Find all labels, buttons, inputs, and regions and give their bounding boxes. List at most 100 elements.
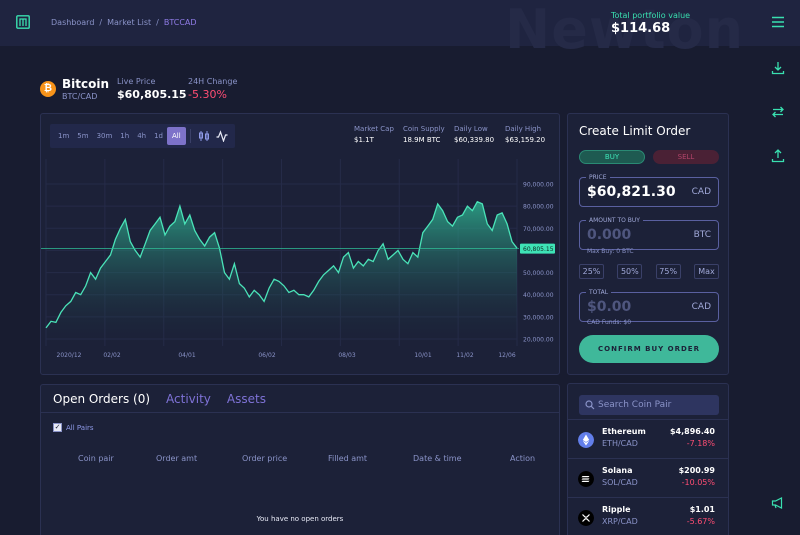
all-pairs-filter[interactable]: ✓ All Pairs <box>53 423 94 432</box>
amount-field[interactable]: AMOUNT TO BUY 0.000 BTC <box>579 217 719 250</box>
x-tick-label: 06/02 <box>258 352 275 359</box>
stat-value: 18.9M BTC <box>403 136 441 144</box>
breadcrumb-dashboard[interactable]: Dashboard <box>51 18 94 27</box>
percent-75-button[interactable]: 75% <box>655 264 681 279</box>
transfer-icon[interactable] <box>771 105 785 119</box>
orders-panel: Open Orders (0) Activity Assets ✓ All Pa… <box>40 384 560 535</box>
top-bar: Dashboard / Market List / BTCCAD Newton Tota… <box>0 0 800 61</box>
sell-tab[interactable]: SELL <box>653 150 719 164</box>
breadcrumb-market-list[interactable]: Market List <box>107 18 151 27</box>
limit-order-panel: Create Limit Order BUY SELL PRICE $60,82… <box>567 113 729 375</box>
percent-max-button[interactable]: Max <box>693 264 719 279</box>
tab-open-orders[interactable]: Open Orders (0) <box>53 392 150 406</box>
tab-assets[interactable]: Assets <box>227 392 266 406</box>
stat-coin-supply: Coin Supply 18.9M BTC <box>403 125 445 144</box>
y-tick-label: 90,000.00 <box>523 182 554 189</box>
timeframe-5m[interactable]: 5m <box>73 127 92 145</box>
search-icon <box>585 400 595 410</box>
portfolio-value: $114.68 <box>611 21 671 36</box>
y-tick-label: 80,000.00 <box>523 204 554 211</box>
column-filled-amt: Filled amt <box>328 454 368 463</box>
solana-icon <box>578 471 594 487</box>
portfolio-label: Total portfolio value <box>611 11 691 20</box>
stat-label: Daily Low <box>454 125 488 133</box>
change-label: 24H Change <box>188 77 238 86</box>
breadcrumb: Dashboard / Market List / BTCCAD <box>51 18 197 27</box>
timeframe-4h[interactable]: 4h <box>133 127 150 145</box>
timeframe-30m[interactable]: 30m <box>93 127 117 145</box>
line-chart-icon[interactable] <box>216 130 228 142</box>
timeframe-1m[interactable]: 1m <box>54 127 73 145</box>
empty-orders-message: You have no open orders <box>256 515 344 523</box>
withdraw-icon[interactable] <box>771 149 785 163</box>
coin-search-input[interactable]: Search Coin Pair <box>579 395 719 415</box>
x-tick-label: 11/02 <box>456 352 473 359</box>
column-date-time: Date & time <box>413 454 462 463</box>
y-tick-label: 30,000.00 <box>523 314 554 321</box>
coin-pair: ETH/CAD <box>602 439 638 448</box>
timeframe-1d[interactable]: 1d <box>150 127 167 145</box>
coin-row-solana[interactable]: Solana SOL/CAD $200.99 -10.05% <box>568 458 728 496</box>
stat-label: Market Cap <box>354 125 394 133</box>
price-chart[interactable]: 90,000.0080,000.0070,000.0060,000.0050,0… <box>41 114 561 376</box>
deposit-icon[interactable] <box>771 61 785 75</box>
ethereum-icon <box>578 432 594 448</box>
percent-25-button[interactable]: 25% <box>579 264 604 279</box>
candlestick-icon[interactable] <box>198 130 210 142</box>
chart-panel: 90,000.0080,000.0070,000.0060,000.0050,0… <box>40 113 560 375</box>
coin-price: $1.01 <box>689 505 715 514</box>
all-pairs-label: All Pairs <box>66 423 94 432</box>
announcement-icon[interactable] <box>771 496 785 510</box>
coin-pair: SOL/CAD <box>602 478 638 487</box>
x-tick-label: 10/01 <box>414 352 431 359</box>
y-tick-label: 20,000.00 <box>523 337 554 344</box>
column-order-price: Order price <box>242 454 288 463</box>
total-value[interactable]: $0.00 <box>587 299 631 315</box>
price-field[interactable]: PRICE $60,821.30 CAD <box>579 174 719 207</box>
amount-unit: BTC <box>693 230 711 240</box>
all-pairs-checkbox[interactable]: ✓ <box>53 423 62 432</box>
price-unit: CAD <box>691 187 711 197</box>
amount-value[interactable]: 0.000 <box>587 227 631 243</box>
coin-row-ethereum[interactable]: Ethereum ETH/CAD $4,896.40 -7.18% <box>568 419 728 457</box>
coin-pair: BTC/CAD <box>62 92 98 101</box>
price-value[interactable]: $60,821.30 <box>587 184 676 200</box>
price-label: PRICE <box>586 174 610 181</box>
column-action: Action <box>510 454 536 463</box>
stat-label: Daily High <box>505 125 542 133</box>
breadcrumb-current: BTCCAD <box>163 18 197 27</box>
percent-buttons: 25% 50% 75% Max <box>579 264 719 279</box>
menu-icon[interactable] <box>771 16 785 28</box>
cad-funds-text: CAD Funds: $0 <box>587 319 632 326</box>
coin-row-ripple[interactable]: Ripple XRP/CAD $1.01 -5.67% <box>568 497 728 535</box>
column-order-amt: Order amt <box>156 454 198 463</box>
buy-tab[interactable]: BUY <box>579 150 645 164</box>
confirm-buy-order-button[interactable]: CONFIRM BUY ORDER <box>579 335 719 363</box>
stat-daily-low: Daily Low $60,339.80 <box>454 125 494 144</box>
y-tick-label: 50,000.00 <box>523 270 554 277</box>
coin-change: -5.67% <box>686 517 715 526</box>
timeframe-selector: 1m 5m 30m 1h 4h 1d All <box>50 124 235 148</box>
orders-tabs: Open Orders (0) Activity Assets <box>53 392 266 406</box>
search-placeholder: Search Coin Pair <box>598 400 672 410</box>
column-coin-pair: Coin pair <box>78 454 114 463</box>
x-tick-label: 02/02 <box>103 352 120 359</box>
newton-logo-icon[interactable] <box>16 15 30 29</box>
live-price-label: Live Price <box>117 77 156 86</box>
tab-activity[interactable]: Activity <box>166 392 211 406</box>
total-field[interactable]: TOTAL $0.00 CAD <box>579 289 719 322</box>
x-tick-label: 04/01 <box>178 352 195 359</box>
x-tick-label: 12/06 <box>498 352 515 359</box>
timeframe-1h[interactable]: 1h <box>116 127 133 145</box>
coin-change: -10.05% <box>681 478 715 487</box>
percent-50-button[interactable]: 50% <box>617 264 643 279</box>
coin-name: Ethereum <box>602 427 646 436</box>
y-tick-label: 70,000.00 <box>523 226 554 233</box>
stat-value: $60,339.80 <box>454 136 495 144</box>
coin-price: $200.99 <box>678 466 715 475</box>
coin-name: Ripple <box>602 505 631 514</box>
stat-market-cap: Market Cap $1.1T <box>354 125 394 144</box>
coin-name: Bitcoin <box>62 77 110 91</box>
x-tick-label: 2020/12 <box>57 352 82 359</box>
timeframe-all[interactable]: All <box>166 127 186 145</box>
